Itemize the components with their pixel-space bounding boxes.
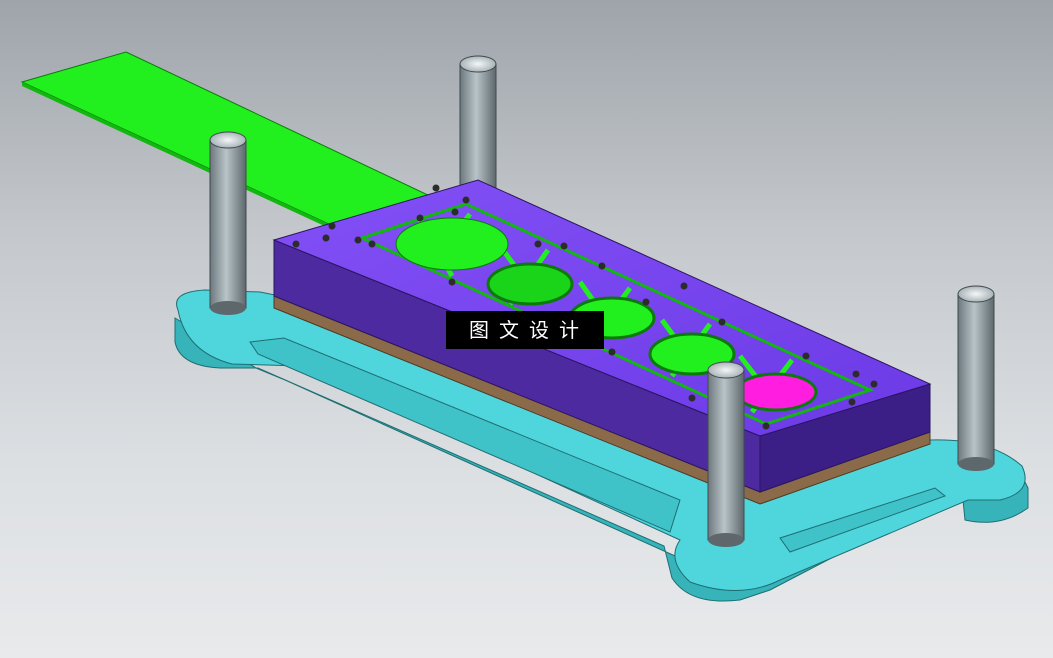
- blank-large: [395, 217, 509, 271]
- watermark-label: 图文设计: [446, 311, 604, 349]
- guide-post-right: [957, 285, 995, 471]
- guide-post-front: [707, 361, 745, 547]
- hole-4-magenta: [734, 372, 818, 412]
- hole-1: [486, 262, 574, 306]
- guide-post-left: [209, 131, 247, 315]
